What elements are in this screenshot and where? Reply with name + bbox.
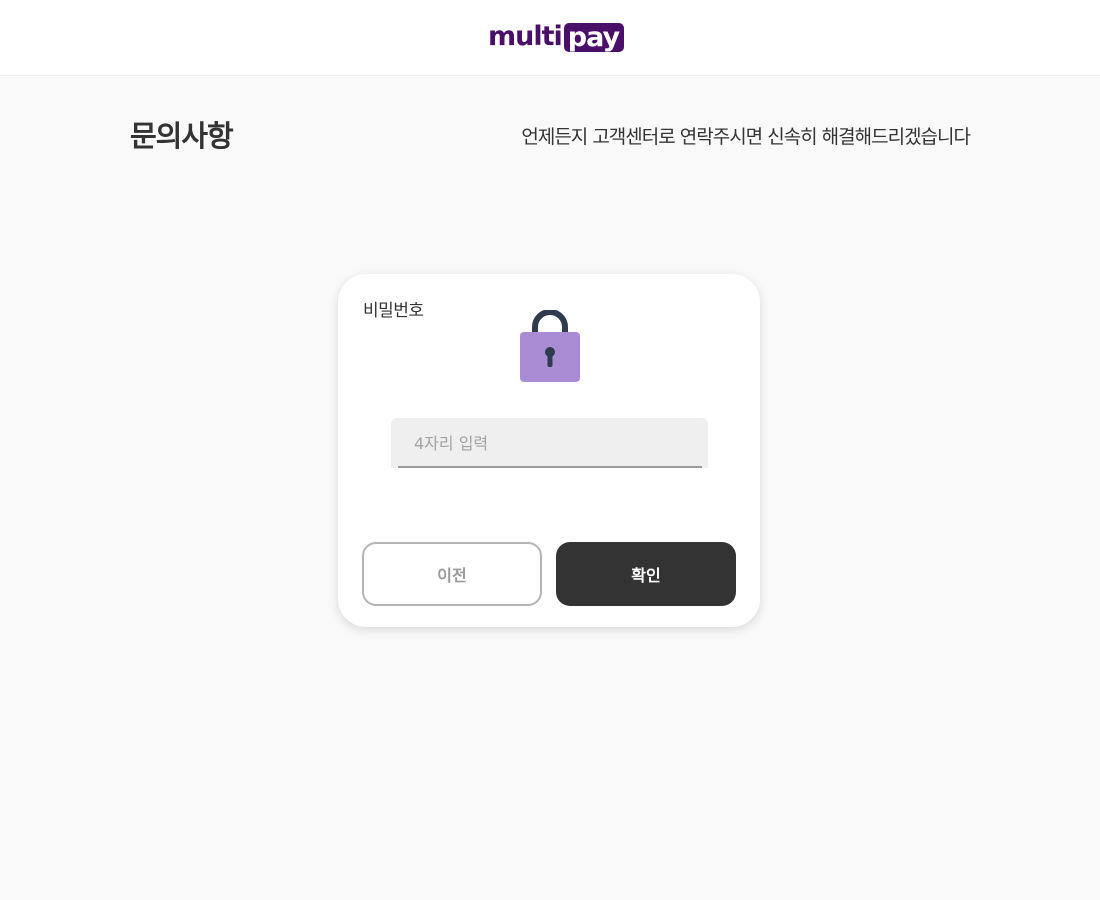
lock-icon — [520, 310, 580, 382]
page-title: 문의사항 — [130, 119, 234, 153]
multipay-logo[interactable]: multi pay — [488, 21, 625, 53]
logo-text-pay: pay — [563, 22, 625, 52]
confirm-button[interactable]: 확인 — [556, 542, 736, 606]
password-label: 비밀번호 — [363, 301, 424, 321]
password-card: 비밀번호 이전 확인 — [338, 274, 760, 627]
page-subtitle: 언제든지 고객센터로 연락주시면 신속히 해결해드리겠습니다 — [521, 126, 971, 148]
password-input-underline — [398, 466, 702, 468]
top-header: multi pay — [0, 0, 1100, 76]
logo-text-multi: multi — [488, 21, 563, 52]
prev-button[interactable]: 이전 — [362, 542, 542, 606]
password-input[interactable] — [391, 418, 708, 468]
